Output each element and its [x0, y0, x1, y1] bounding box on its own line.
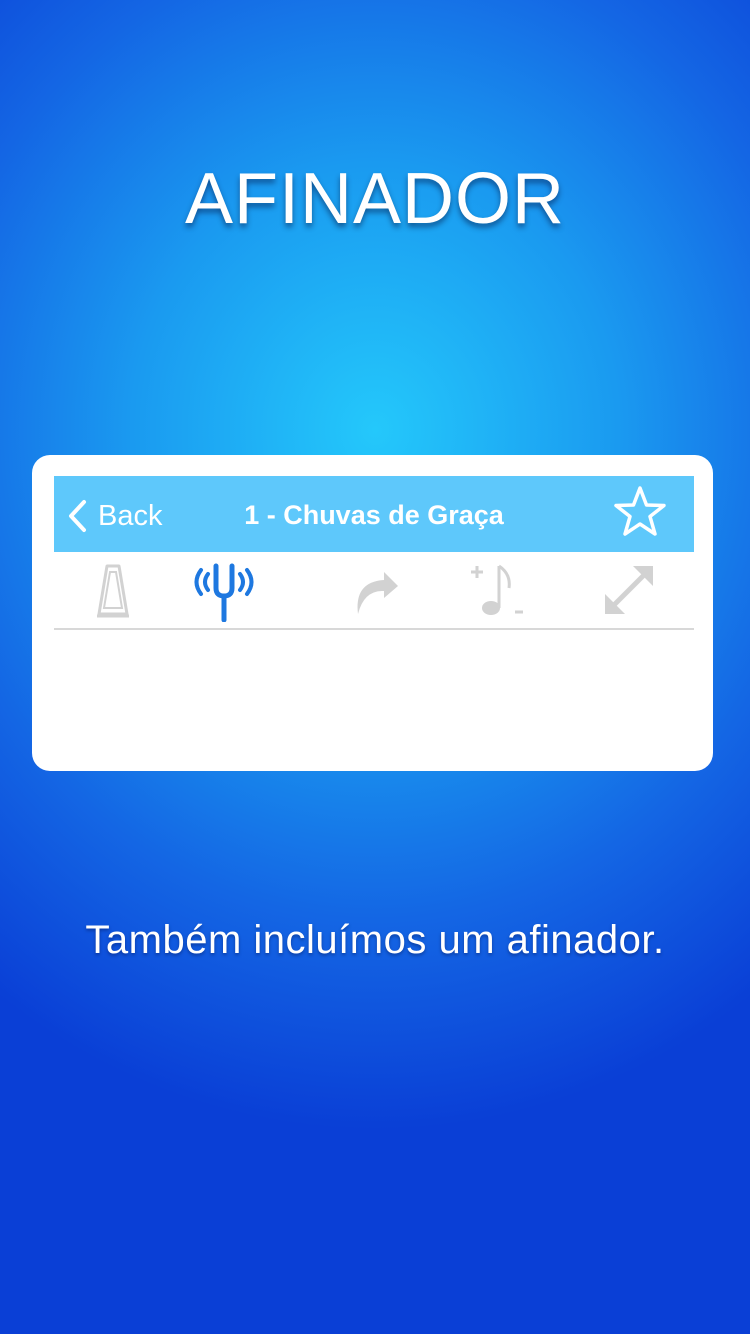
back-button-label: Back [98, 499, 163, 532]
metronome-icon [97, 564, 129, 618]
star-outline-icon[interactable] [611, 484, 669, 542]
transpose-note-icon [471, 564, 523, 615]
back-button[interactable]: Back [66, 496, 162, 536]
fullscreen-expand-icon [605, 566, 653, 614]
app-preview-card: Back 1 - Chuvas de Graça [32, 455, 713, 771]
song-toolbar [54, 552, 694, 630]
metronome-button[interactable] [78, 558, 148, 622]
share-arrow-icon [357, 572, 398, 614]
headline-title: AFINADOR [184, 159, 566, 239]
song-title: 1 - Chuvas de Graça [244, 500, 504, 530]
share-button[interactable] [339, 558, 409, 622]
tuner-button[interactable] [189, 558, 259, 622]
chevron-left-icon [69, 500, 86, 532]
tuning-fork-icon [194, 563, 254, 622]
navigation-bar: Back 1 - Chuvas de Graça [54, 476, 694, 552]
transpose-button[interactable] [464, 558, 534, 622]
caption-text: Também incluímos um afinador. [85, 918, 665, 962]
fullscreen-button[interactable] [594, 558, 664, 622]
